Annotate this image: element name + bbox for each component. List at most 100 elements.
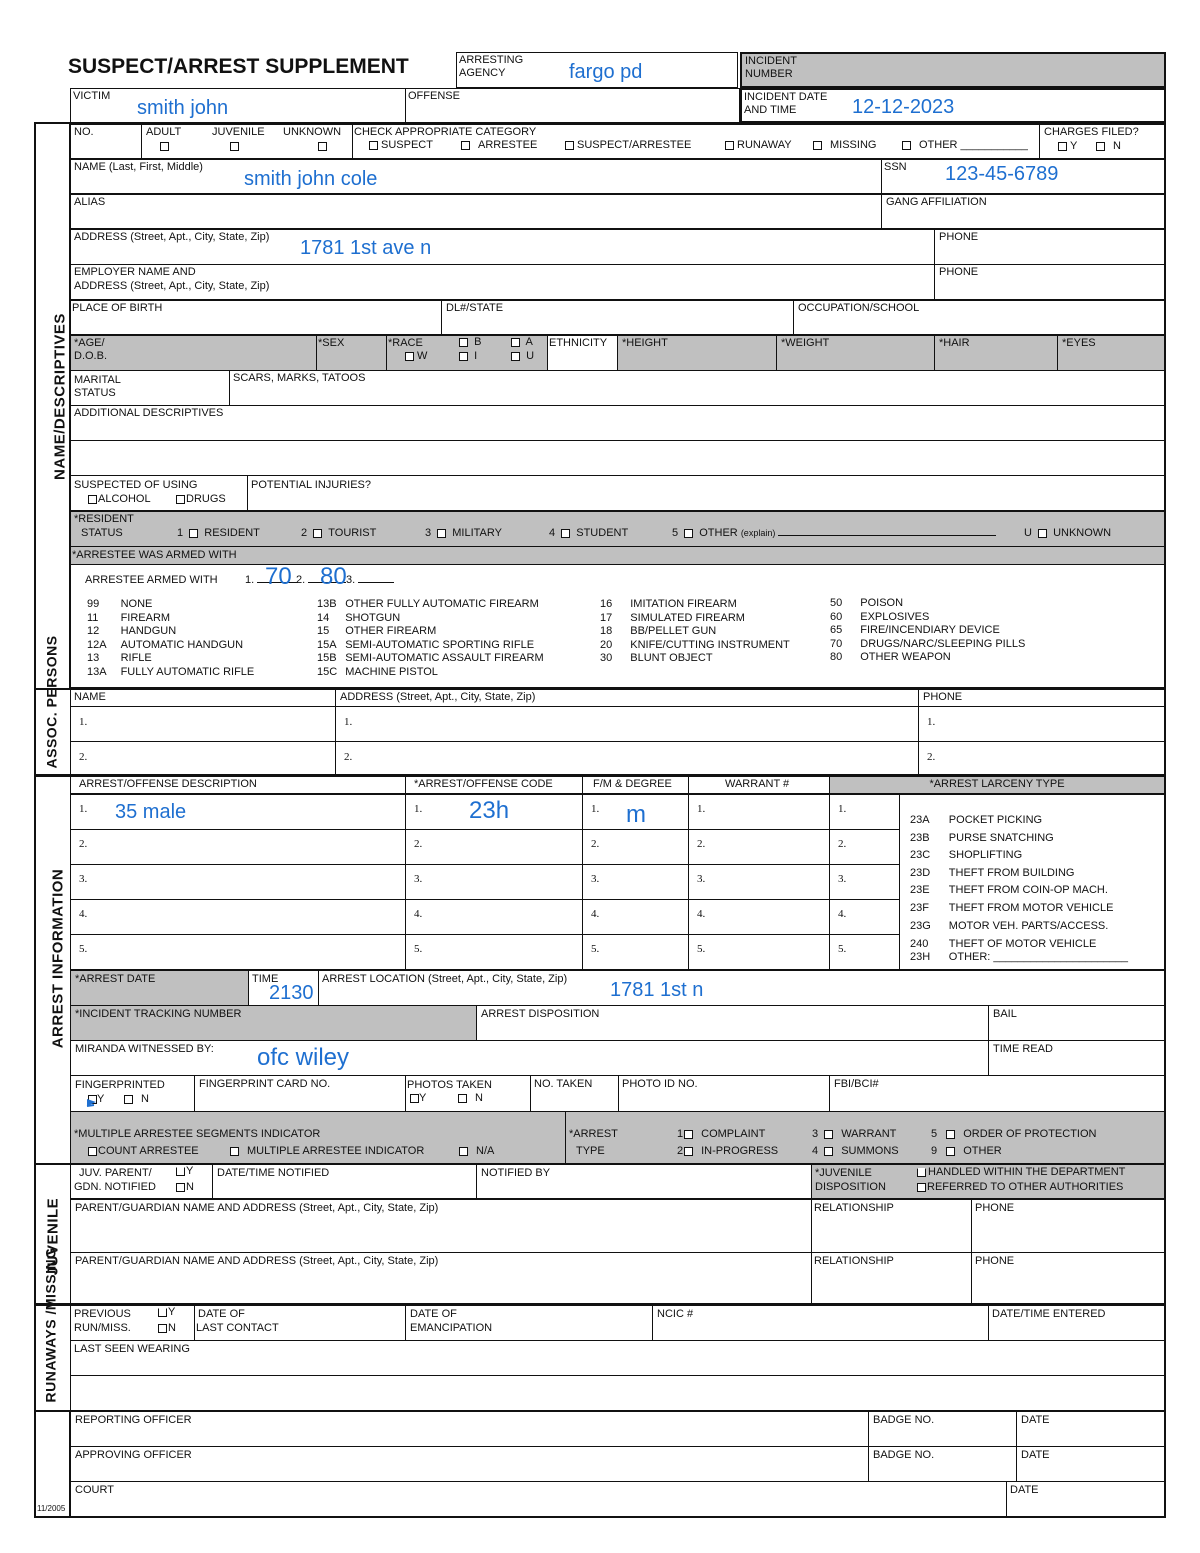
offense-code-4[interactable]: 4. bbox=[405, 899, 583, 935]
warrant-4[interactable]: 4. bbox=[688, 899, 830, 935]
resident-option-4[interactable]: 4 STUDENT bbox=[549, 527, 628, 540]
count-arrestee-checkbox[interactable] bbox=[88, 1146, 97, 1156]
missing-checkbox[interactable] bbox=[813, 140, 822, 150]
reporting-badge-field[interactable]: BADGE NO. bbox=[868, 1411, 1017, 1447]
other-resident-checkbox[interactable] bbox=[684, 528, 694, 538]
parent-notified-yes-checkbox[interactable] bbox=[176, 1166, 185, 1176]
referred-checkbox[interactable] bbox=[917, 1182, 926, 1192]
count-arrestee-option[interactable]: COUNT ARRESTEE bbox=[88, 1145, 199, 1158]
warrant-checkbox[interactable] bbox=[824, 1129, 834, 1139]
parent-notified-yes[interactable]: Y bbox=[176, 1165, 193, 1178]
suspect-arrestee-checkbox[interactable] bbox=[565, 140, 574, 150]
ssn-field[interactable]: SSN 123-45-6789 bbox=[881, 159, 1165, 194]
warrant-1[interactable]: 1. bbox=[688, 794, 830, 830]
charges-no[interactable]: N bbox=[1096, 140, 1121, 153]
number-field[interactable]: NO. bbox=[70, 124, 142, 159]
other-checkbox[interactable] bbox=[902, 140, 911, 150]
no-taken-field[interactable]: NO. TAKEN bbox=[530, 1075, 619, 1112]
fm-degree-1[interactable]: 1. m bbox=[582, 794, 689, 830]
student-checkbox[interactable] bbox=[561, 528, 571, 538]
race-a[interactable]: A bbox=[511, 336, 533, 349]
weight-field[interactable]: *WEIGHT bbox=[776, 335, 935, 371]
resident-option-2[interactable]: 2 TOURIST bbox=[301, 527, 376, 540]
assoc-address-1[interactable]: 1. bbox=[335, 706, 919, 742]
explain-line[interactable] bbox=[778, 535, 997, 536]
photos-no-checkbox[interactable] bbox=[458, 1093, 467, 1103]
offense-desc-1[interactable]: 1. 35 male bbox=[70, 794, 406, 830]
arrest-type-4[interactable]: 4 SUMMONS bbox=[812, 1145, 899, 1158]
additional-descriptives-field[interactable]: ADDITIONAL DESCRIPTIVES bbox=[70, 405, 1165, 441]
last-seen-wearing-field[interactable]: LAST SEEN WEARING bbox=[70, 1340, 1165, 1376]
ethnicity-field[interactable]: ETHNICITY bbox=[547, 335, 618, 371]
approving-officer-field[interactable]: APPROVING OFFICER bbox=[70, 1446, 869, 1482]
place-of-birth-field[interactable]: PLACE OF BIRTH bbox=[70, 300, 442, 335]
offense-code-2[interactable]: 2. bbox=[405, 829, 583, 865]
fm-degree-4[interactable]: 4. bbox=[582, 899, 689, 935]
relationship-1-field[interactable]: RELATIONSHIP bbox=[811, 1199, 972, 1253]
guardian-phone-2-field[interactable]: PHONE bbox=[971, 1252, 1165, 1304]
category-suspect[interactable]: SUSPECT bbox=[369, 139, 433, 152]
photo-id-field[interactable]: PHOTO ID NO. bbox=[618, 1075, 830, 1112]
photos-yes[interactable]: Y bbox=[410, 1092, 426, 1105]
previous-run-yes-checkbox[interactable] bbox=[158, 1307, 167, 1317]
arrest-location-field[interactable]: ARREST LOCATION (Street, Apt., City, Sta… bbox=[318, 970, 1165, 1006]
runaway-checkbox[interactable] bbox=[725, 140, 734, 150]
charges-yes-checkbox[interactable] bbox=[1058, 141, 1067, 151]
tourist-checkbox[interactable] bbox=[313, 528, 323, 538]
assoc-phone-1[interactable]: 1. bbox=[918, 706, 1165, 742]
photos-no[interactable]: N bbox=[458, 1092, 483, 1105]
handled-within-option[interactable]: HANDLED WITHIN THE DEPARTMENT bbox=[917, 1166, 1125, 1179]
reporting-date-field[interactable]: DATE bbox=[1016, 1411, 1165, 1447]
photos-yes-checkbox[interactable] bbox=[410, 1093, 419, 1103]
race-a-checkbox[interactable] bbox=[511, 337, 520, 347]
hair-field[interactable]: *HAIR bbox=[934, 335, 1058, 371]
warrant-3[interactable]: 3. bbox=[688, 864, 830, 900]
race-i[interactable]: I bbox=[459, 350, 477, 363]
guardian-phone-1-field[interactable]: PHONE bbox=[971, 1199, 1165, 1253]
height-field[interactable]: *HEIGHT bbox=[617, 335, 777, 371]
category-missing[interactable]: MISSING bbox=[813, 139, 876, 152]
offense-code-3[interactable]: 3. bbox=[405, 864, 583, 900]
race-w[interactable]: W bbox=[405, 350, 427, 363]
larceny-3[interactable]: 3. bbox=[829, 864, 900, 900]
parent-notified-no-checkbox[interactable] bbox=[176, 1182, 185, 1192]
military-checkbox[interactable] bbox=[437, 528, 447, 538]
race-w-checkbox[interactable] bbox=[405, 351, 414, 361]
fm-degree-3[interactable]: 3. bbox=[582, 864, 689, 900]
category-other[interactable]: OTHER ___________ bbox=[902, 139, 1028, 152]
na-option[interactable]: N/A bbox=[459, 1145, 494, 1158]
alias-field[interactable]: ALIAS bbox=[70, 194, 882, 229]
marital-status-field[interactable]: MARITAL STATUS bbox=[70, 370, 230, 406]
scars-marks-field[interactable]: SCARS, MARKS, TATOOS bbox=[229, 370, 1165, 406]
guardian-1-field[interactable]: PARENT/GUARDIAN NAME AND ADDRESS (Street… bbox=[70, 1199, 812, 1253]
charges-no-checkbox[interactable] bbox=[1096, 141, 1105, 151]
assoc-phone-2[interactable]: 2. bbox=[918, 741, 1165, 775]
emancipation-field[interactable]: DATE OF EMANCIPATION bbox=[405, 1305, 653, 1341]
arrest-type-9[interactable]: 9 OTHER bbox=[931, 1145, 1002, 1158]
reporting-officer-field[interactable]: REPORTING OFFICER bbox=[70, 1411, 869, 1447]
court-date-field[interactable]: DATE bbox=[1006, 1481, 1165, 1517]
resident-checkbox[interactable] bbox=[189, 528, 199, 538]
fingerprinted-yes-checkbox[interactable] bbox=[86, 1094, 97, 1107]
arrest-time-field[interactable]: TIME 2130 bbox=[248, 970, 319, 1006]
incident-date-field[interactable]: INCIDENT DATE AND TIME 12-12-2023 bbox=[740, 88, 1166, 123]
full-name-field[interactable]: NAME (Last, First, Middle) smith john co… bbox=[70, 159, 882, 194]
multiple-indicator-checkbox[interactable] bbox=[230, 1146, 239, 1156]
offense-desc-4[interactable]: 4. bbox=[70, 899, 406, 935]
victim-field[interactable]: VICTIM smith john bbox=[70, 88, 406, 123]
fm-degree-2[interactable]: 2. bbox=[582, 829, 689, 865]
additional-descriptives-line-2[interactable] bbox=[70, 440, 1165, 476]
offense-desc-3[interactable]: 3. bbox=[70, 864, 406, 900]
multiple-indicator-option[interactable]: MULTIPLE ARRESTEE INDICATOR bbox=[230, 1145, 424, 1158]
summons-checkbox[interactable] bbox=[824, 1146, 834, 1156]
relationship-2-field[interactable]: RELATIONSHIP bbox=[811, 1252, 972, 1304]
phone-field[interactable]: PHONE bbox=[934, 229, 1165, 265]
alcohol-option[interactable]: ALCOHOL bbox=[88, 493, 151, 506]
arrest-type-5[interactable]: 5 ORDER OF PROTECTION bbox=[931, 1128, 1096, 1141]
assoc-address-2[interactable]: 2. bbox=[335, 741, 919, 775]
dl-state-field[interactable]: DL#/STATE bbox=[441, 300, 794, 335]
suspect-checkbox[interactable] bbox=[369, 140, 378, 150]
larceny-5[interactable]: 5. bbox=[829, 934, 900, 970]
eyes-field[interactable]: *EYES bbox=[1057, 335, 1165, 371]
incident-tracking-field[interactable]: *INCIDENT TRACKING NUMBER bbox=[70, 1005, 477, 1041]
